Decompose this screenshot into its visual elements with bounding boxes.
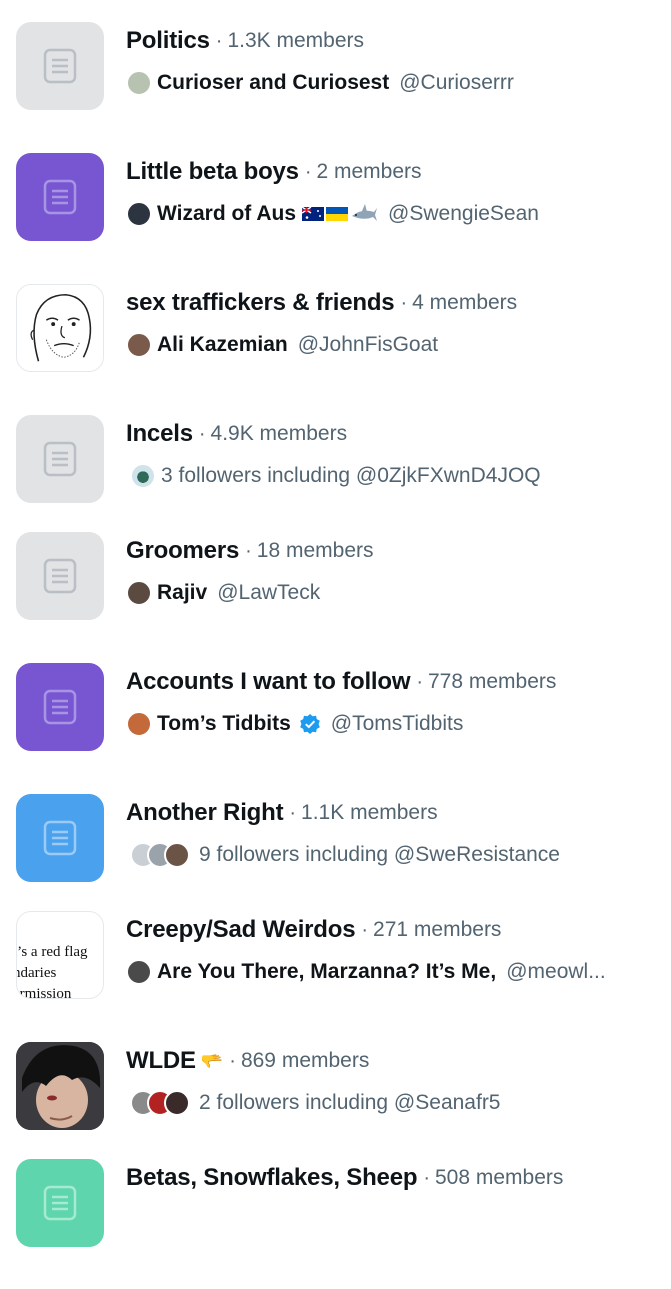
list-icon <box>16 532 104 620</box>
separator-dot: · <box>289 801 297 824</box>
list-title[interactable]: sex traffickers & friends <box>126 289 395 317</box>
list-item[interactable]: Little beta boys · 2 members Wizard of A… <box>0 153 671 283</box>
followers-text[interactable]: 2 followers including @Seanafr5 <box>199 1091 501 1115</box>
list-title[interactable]: WLDE <box>126 1047 196 1075</box>
member-count: 1.3K members <box>227 29 364 52</box>
follower-avatar <box>130 463 156 489</box>
thumb-text-line: t’s a red flag <box>16 944 88 960</box>
list-icon <box>16 663 104 751</box>
follower-avatars <box>130 463 156 489</box>
list-icon <box>16 22 104 110</box>
shark-icon <box>352 204 378 221</box>
owner-handle[interactable]: @meowl... <box>506 960 606 984</box>
separator-dot: · <box>400 291 408 314</box>
thumb-text-line: ermission <box>16 986 72 999</box>
owner-handle[interactable]: @JohnFisGoat <box>298 333 438 357</box>
owner-name[interactable]: Rajiv <box>157 581 207 605</box>
member-count: 508 members <box>434 1166 564 1189</box>
list-title[interactable]: Accounts I want to follow <box>126 668 411 696</box>
member-count: 2 members <box>316 160 422 183</box>
list-icon <box>16 1159 104 1247</box>
owner-name[interactable]: Wizard of Aus <box>157 202 296 226</box>
list-item[interactable]: Politics · 1.3K members Curioser and Cur… <box>0 22 671 152</box>
list-item[interactable]: Another Right · 1.1K members 9 followers… <box>0 794 671 924</box>
member-count: 869 members <box>240 1049 370 1072</box>
list-title[interactable]: Betas, Snowflakes, Sheep <box>126 1164 418 1192</box>
owner-avatar[interactable] <box>126 711 152 737</box>
separator-dot: · <box>198 422 206 445</box>
ukraine-flag-icon <box>326 207 349 221</box>
separator-dot: · <box>215 29 223 52</box>
list-item[interactable]: Accounts I want to follow · 778 members … <box>0 663 671 793</box>
list-item[interactable]: Groomers · 18 members Rajiv @LawTeck <box>0 532 671 662</box>
list-title[interactable]: Creepy/Sad Weirdos <box>126 916 356 944</box>
list-item[interactable]: Betas, Snowflakes, Sheep · 508 members <box>0 1159 671 1289</box>
owner-handle[interactable]: @LawTeck <box>217 581 320 605</box>
emo-photo-image <box>16 1042 104 1130</box>
member-count: 778 members <box>428 670 557 693</box>
list-title[interactable]: Another Right <box>126 799 284 827</box>
thumb-text-line: ndaries <box>16 965 57 981</box>
owner-avatar[interactable] <box>126 70 152 96</box>
australia-flag-icon <box>302 207 325 221</box>
member-count: 18 members <box>256 539 374 562</box>
member-count: 4.9K members <box>210 422 348 445</box>
list-title[interactable]: Politics <box>126 27 210 55</box>
member-count: 4 members <box>412 291 518 314</box>
member-count: 271 members <box>373 918 502 941</box>
wojak-drawing-image <box>16 284 104 372</box>
text-image: t’s a red flag ndaries ermission <box>16 911 104 999</box>
followers-text[interactable]: 3 followers including @0ZjkFXwnD4JOQ <box>161 464 541 488</box>
owner-avatar[interactable] <box>126 201 152 227</box>
owner-name[interactable]: Curioser and Curiosest <box>157 71 389 95</box>
separator-dot: · <box>423 1166 430 1189</box>
list-item[interactable]: Incels · 4.9K members 3 followers includ… <box>0 415 671 545</box>
owner-name[interactable]: Ali Kazemian <box>157 333 288 357</box>
follower-avatars <box>130 1090 190 1116</box>
list-item[interactable]: sex traffickers & friends · 4 members Al… <box>0 284 671 414</box>
separator-dot: · <box>416 670 423 693</box>
separator-dot: · <box>229 1049 236 1072</box>
list-icon <box>16 794 104 882</box>
separator-dot: · <box>304 160 312 183</box>
owner-avatar[interactable] <box>126 959 152 985</box>
hand-emoji-icon: 🫳 <box>200 1050 224 1071</box>
separator-dot: · <box>361 918 369 941</box>
owner-name[interactable]: Are You There, Marzanna? It’s Me, <box>157 960 496 984</box>
owner-avatar[interactable] <box>126 332 152 358</box>
owner-avatar[interactable] <box>126 580 152 606</box>
follower-avatars <box>130 842 190 868</box>
list-item[interactable]: WLDE 🫳 · 869 members 2 followers includi… <box>0 1042 671 1172</box>
list-title[interactable]: Little beta boys <box>126 158 299 186</box>
member-count: 1.1K members <box>301 801 438 824</box>
verified-badge-icon <box>299 714 320 734</box>
follower-avatar <box>164 1090 190 1116</box>
follower-avatar <box>164 842 190 868</box>
owner-name[interactable]: Tom’s Tidbits <box>157 712 291 736</box>
owner-handle[interactable]: @TomsTidbits <box>331 712 464 736</box>
followers-text[interactable]: 9 followers including @SweResistance <box>199 843 560 867</box>
list-item[interactable]: t’s a red flag ndaries ermission Creepy/… <box>0 911 671 1041</box>
list-title[interactable]: Groomers <box>126 537 239 565</box>
list-icon <box>16 415 104 503</box>
list-icon <box>16 153 104 241</box>
separator-dot: · <box>245 539 252 562</box>
list-title[interactable]: Incels <box>126 420 193 448</box>
owner-handle[interactable]: @Curioserrr <box>399 71 514 95</box>
owner-handle[interactable]: @SwengieSean <box>388 202 539 226</box>
